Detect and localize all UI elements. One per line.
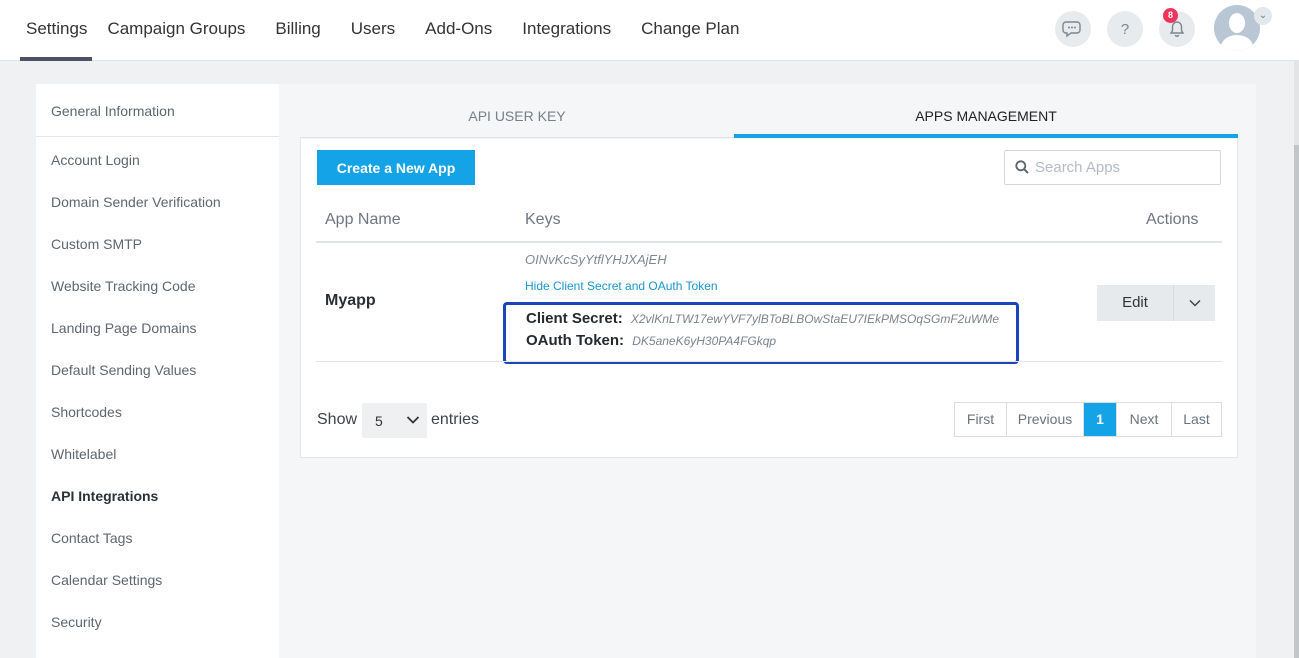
create-new-app-button[interactable]: Create a New App [317,150,475,185]
show-label: Show [317,411,358,428]
help-icon: ? [1120,20,1130,38]
chevron-down-icon[interactable]: ⌄ [1254,7,1272,25]
client-secret-label: Client Secret: [526,310,623,327]
help-button[interactable]: ? [1107,11,1143,47]
entries-label: entries [431,411,480,428]
nav-integrations[interactable]: Integrations [507,0,626,61]
column-header-keys[interactable]: Keys [525,211,561,229]
pagination: First Previous 1 Next Last [954,402,1222,437]
pagination-next[interactable]: Next [1117,403,1172,436]
sidebar-item-api-integrations[interactable]: API Integrations [51,488,158,504]
secret-highlight-box: Client Secret: X2vlKnLTW17ewYVF7ylBToBLB… [503,302,1019,364]
avatar-body-shape [1221,35,1253,51]
sidebar-divider [36,136,279,137]
nav-users[interactable]: Users [336,0,410,61]
row-actions: Edit [1097,285,1215,321]
main-nav: Settings Campaign Groups Billing Users A… [20,0,754,61]
chevron-down-icon [1188,299,1201,307]
sidebar-item-custom-smtp[interactable]: Custom SMTP [51,236,142,252]
settings-sidebar: General Information Account Login Domain… [36,84,279,658]
nav-change-plan[interactable]: Change Plan [626,0,754,61]
client-secret-value: X2vlKnLTW17ewYVF7ylBToBLBOwStaEU7IEkPMSO… [630,312,1000,326]
chevron-down-icon [406,416,420,424]
table-header-divider [316,241,1222,243]
pagination-page-1[interactable]: 1 [1084,403,1117,436]
search-icon [1015,160,1029,174]
app-name-cell: Myapp [325,292,376,309]
entries-select[interactable]: 5 [362,403,427,438]
sidebar-item-contact-tags[interactable]: Contact Tags [51,530,132,546]
notification-badge: 8 [1163,8,1178,23]
sidebar-item-account-login[interactable]: Account Login [51,152,140,168]
tab-apps-management[interactable]: APPS MANAGEMENT [734,84,1238,138]
sidebar-item-domain-sender-verification[interactable]: Domain Sender Verification [51,194,221,210]
oauth-token-value: DK5aneK6yH30PA4FGkqp [632,334,777,348]
sidebar-item-whitelabel[interactable]: Whitelabel [51,446,116,462]
oauth-token-line: OAuth Token: DK5aneK6yH30PA4FGkqp [526,332,776,349]
pagination-first[interactable]: First [955,403,1007,436]
actions-dropdown-button[interactable] [1174,285,1215,321]
hide-secret-link[interactable]: Hide Client Secret and OAuth Token [525,279,718,293]
notifications-button[interactable]: 8 [1159,8,1195,47]
active-tab-indicator [734,134,1238,138]
client-secret-line: Client Secret: X2vlKnLTW17ewYVF7ylBToBLB… [526,310,999,327]
nav-campaign-groups[interactable]: Campaign Groups [92,0,260,61]
oauth-token-label: OAuth Token: [526,332,625,349]
nav-settings[interactable]: Settings [20,0,93,61]
top-navigation: Settings Campaign Groups Billing Users A… [0,0,1299,61]
table-row-divider [316,361,1222,362]
column-header-app-name[interactable]: App Name [325,211,401,229]
nav-add-ons[interactable]: Add-Ons [410,0,507,61]
apps-card: Create a New App App Name Keys Actions M… [300,139,1238,458]
sidebar-item-calendar-settings[interactable]: Calendar Settings [51,572,162,588]
nav-billing[interactable]: Billing [260,0,335,61]
avatar-head-shape [1229,13,1245,33]
sidebar-item-shortcodes[interactable]: Shortcodes [51,404,122,420]
edit-button[interactable]: Edit [1097,285,1174,321]
sidebar-item-website-tracking-code[interactable]: Website Tracking Code [51,278,195,294]
search-input[interactable] [1035,151,1215,184]
sidebar-item-landing-page-domains[interactable]: Landing Page Domains [51,320,197,336]
app-key-id: OINvKcSyYtflYHJXAjEH [525,252,667,267]
tab-api-user-key[interactable]: API USER KEY [300,84,734,138]
pagination-last[interactable]: Last [1172,403,1221,436]
sidebar-item-general-information[interactable]: General Information [51,103,175,119]
chat-button[interactable] [1055,11,1091,47]
chat-icon [1062,21,1081,38]
main-panel: API USER KEY APPS MANAGEMENT Create a Ne… [279,84,1256,658]
scrollbar-thumb[interactable] [1294,145,1299,658]
sidebar-item-security[interactable]: Security [51,614,102,630]
column-header-actions: Actions [1146,211,1199,228]
pagination-previous[interactable]: Previous [1007,403,1084,436]
search-apps [1004,150,1221,185]
avatar[interactable] [1214,5,1260,51]
entries-select-value: 5 [375,413,383,429]
sidebar-item-default-sending-values[interactable]: Default Sending Values [51,362,196,378]
